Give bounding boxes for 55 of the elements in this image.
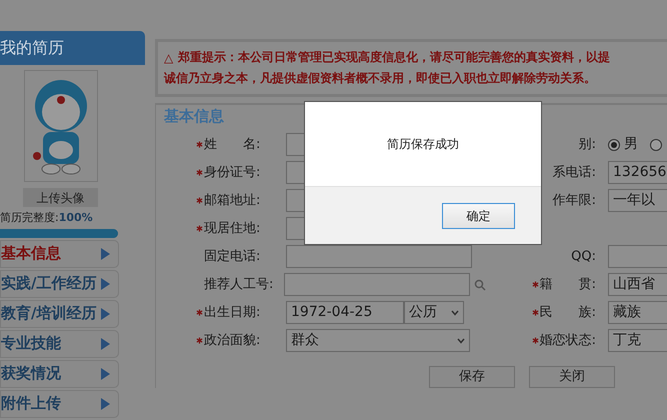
notice-text: 郑重提示：本公司日常管理已实现高度信息化，请尽可能完善您的真实资料，以提 xyxy=(178,49,610,66)
field-label: 身份证号: xyxy=(204,164,260,182)
sidebar-menu-item[interactable]: 实践/工作经历 xyxy=(0,270,119,298)
notice-text: 诚信乃立身之本，凡提供虚假资料者概不录用，即使已入职也立即解除劳动关系。 xyxy=(164,70,597,87)
text-field[interactable]: 藏族 xyxy=(608,301,667,324)
field-label: 固定电话: xyxy=(203,248,260,266)
arrow-icon xyxy=(101,248,110,260)
select-field[interactable]: 群众 xyxy=(286,329,470,352)
sidebar-menu-item[interactable]: 附件上传 xyxy=(0,390,119,418)
radio-button[interactable] xyxy=(650,138,662,150)
completeness-text: 简历完整度:100% xyxy=(0,210,94,226)
caret-icon xyxy=(457,338,465,344)
sidebar-menu-item[interactable]: 获奖情况 xyxy=(0,360,119,388)
text-field[interactable]: 丁克 xyxy=(608,329,667,352)
dialog-message: 简历保存成功 xyxy=(387,136,459,153)
warning-icon: △ xyxy=(164,48,174,66)
field-label: 出生日期: xyxy=(204,304,260,322)
arrow-icon xyxy=(101,338,110,350)
field-label: 婚恋状态: xyxy=(540,332,596,350)
field-label: 现居住地: xyxy=(204,220,260,238)
text-field[interactable] xyxy=(608,245,667,268)
sidebar-menu-item[interactable]: 教育/培训经历 xyxy=(0,300,119,328)
field-label: 政治面貌: xyxy=(204,332,260,350)
field-label: 作年限: xyxy=(552,192,596,210)
field-label: 邮箱地址: xyxy=(204,192,260,210)
form-button[interactable]: 保存 xyxy=(429,366,515,388)
calendar-select[interactable]: 公历 xyxy=(404,301,464,324)
caret-icon xyxy=(451,310,459,316)
upload-avatar-button[interactable]: 上传头像 xyxy=(23,188,98,207)
search-icon[interactable] xyxy=(474,278,486,290)
field-label: 姓 名: xyxy=(204,136,260,154)
sidebar-menu-item[interactable]: 专业技能 xyxy=(0,330,119,358)
field-label: 籍 贯: xyxy=(540,276,596,294)
text-field[interactable]: 一年以 xyxy=(608,189,667,212)
field-label: 系电话: xyxy=(552,164,596,182)
field-label: 别: xyxy=(578,136,596,154)
form-button[interactable]: 关闭 xyxy=(529,366,615,388)
arrow-icon xyxy=(101,308,110,320)
text-field[interactable]: 山西省 xyxy=(608,273,667,296)
arrow-icon xyxy=(101,278,110,290)
field-label: 民 族: xyxy=(540,304,596,322)
section-title: 基本信息 xyxy=(163,106,225,127)
date-field[interactable]: 1972-04-25 xyxy=(286,301,404,324)
text-field[interactable] xyxy=(286,245,472,268)
text-field[interactable] xyxy=(284,273,470,296)
confirm-button[interactable]: 确定 xyxy=(442,202,515,228)
arrow-icon xyxy=(101,398,110,410)
sidebar-menu-item[interactable]: 基本信息 xyxy=(0,240,119,268)
sidebar-header: 我的简历 xyxy=(0,31,145,65)
radio-label: 男 xyxy=(624,135,638,154)
field-label: 推荐人工号: xyxy=(203,276,274,294)
radio-button[interactable] xyxy=(608,138,620,150)
field-label: QQ: xyxy=(571,248,596,266)
text-field[interactable]: 132656 xyxy=(608,161,667,184)
arrow-icon xyxy=(101,368,110,380)
